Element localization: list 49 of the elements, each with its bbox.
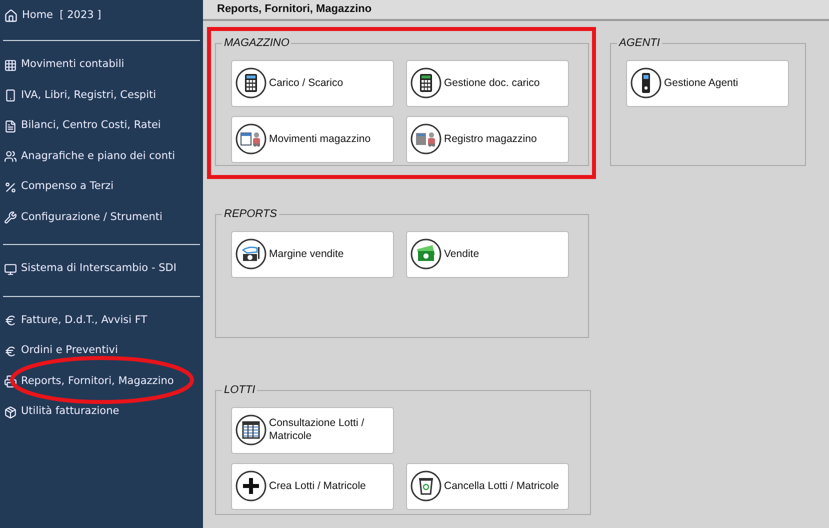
package-icon: [4, 406, 17, 419]
percent-icon: [4, 180, 17, 194]
section-title: AGENTI: [618, 36, 661, 51]
calendar-person-icon: [235, 123, 267, 155]
menu-button[interactable]: Cancella Lotti / Matricole: [406, 462, 569, 510]
section-title: MAGAZZINO: [223, 36, 290, 51]
menu-button[interactable]: Margine vendite: [231, 230, 394, 278]
plus-icon: [235, 470, 267, 502]
menu-button[interactable]: Movimenti magazzino: [231, 116, 394, 162]
menu-button[interactable]: Gestione Agenti: [626, 60, 789, 106]
sidebar-item[interactable]: Sistema di Interscambio - SDI: [0, 254, 203, 284]
menu-button[interactable]: Crea Lotti / Matricole: [231, 462, 394, 510]
sidebar-item[interactable]: Anagrafiche e piano dei conti: [0, 142, 203, 172]
menu-button[interactable]: Gestione doc. carico: [406, 60, 569, 106]
menu-button[interactable]: Carico / Scarico: [231, 60, 394, 106]
menu-button[interactable]: Vendite: [406, 230, 569, 278]
page-header: Reports, Fornitori, Magazzino: [203, 0, 829, 21]
people-icon: [4, 150, 17, 164]
register-person-icon: [410, 123, 442, 155]
calculator-icon: [235, 67, 267, 99]
section-title: REPORTS: [223, 207, 278, 222]
sidebar-item[interactable]: Configurazione / Strumenti: [0, 202, 203, 233]
printer-icon: [4, 375, 17, 388]
grid-icon: [4, 58, 17, 72]
euro-icon: [4, 314, 17, 328]
trash-icon: [410, 470, 442, 502]
menu-button[interactable]: Registro magazzino: [406, 116, 569, 162]
hand-money-icon: [235, 238, 267, 270]
tools-icon: [4, 211, 17, 224]
sidebar-item[interactable]: Ordini e Preventivi: [0, 336, 203, 366]
menu-button[interactable]: Consultazione Lotti / Matricole: [231, 406, 394, 454]
monitor-icon: [4, 262, 17, 276]
table-icon: [235, 414, 267, 446]
document-icon: [4, 120, 17, 133]
phone-icon: [4, 89, 17, 102]
phone-icon: [630, 67, 662, 99]
calculator-icon: [410, 67, 442, 99]
sidebar-item[interactable]: IVA, Libri, Registri, Cespiti: [0, 80, 203, 111]
sidebar-item[interactable]: Utilità fatturazione: [0, 397, 203, 428]
sidebar-item[interactable]: Reports, Fornitori, Magazzino: [0, 366, 203, 397]
home-icon: [4, 9, 18, 23]
section-title: LOTTI: [223, 383, 256, 398]
sidebar-item[interactable]: Fatture, D.d.T., Avvisi FT: [0, 306, 203, 336]
sidebar-item[interactable]: Home [ 2023 ]: [0, 7, 203, 25]
euro-icon: [4, 344, 17, 358]
money-icon: [410, 238, 442, 270]
sidebar-item[interactable]: Movimenti contabili: [0, 50, 203, 80]
sidebar-item[interactable]: Bilanci, Centro Costi, Ratei: [0, 111, 203, 142]
sidebar-item[interactable]: Compenso a Terzi: [0, 172, 203, 202]
